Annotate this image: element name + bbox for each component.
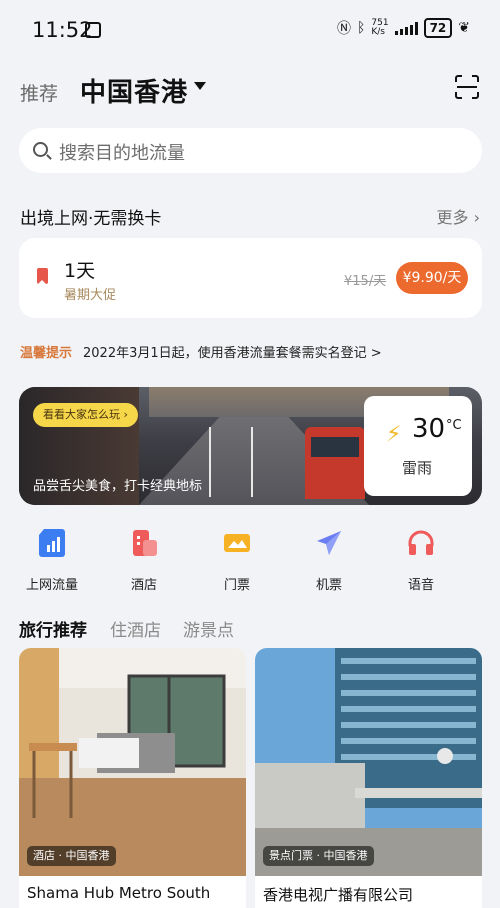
chevron-right-icon: ›	[473, 208, 480, 227]
temperature-unit: °C	[446, 418, 462, 433]
hotel-room-image	[19, 648, 246, 876]
status-time: 11:52	[32, 18, 93, 42]
speed-unit: K/s	[371, 27, 385, 37]
plan-promo: 暑期大促	[64, 288, 117, 303]
original-price: ¥15/天	[344, 274, 387, 289]
service-label: 门票	[223, 578, 250, 593]
ticket-icon	[224, 534, 250, 552]
leaf-icon: ❦	[458, 20, 470, 36]
bluetooth-icon: ᛒ	[356, 20, 366, 36]
notice-link[interactable]: 2022年3月1日起，使用香港流量套餐需实名登记 >	[83, 342, 382, 361]
chevron-down-icon[interactable]	[194, 82, 206, 90]
card-title: Shama Hub Metro South	[27, 884, 211, 902]
notice-tag: 温馨提示	[20, 346, 73, 361]
search-input[interactable]: 搜索目的地流量	[19, 128, 482, 173]
explore-pill[interactable]: 看看大家怎么玩 ›	[33, 403, 138, 427]
tab-recommend[interactable]: 推荐	[20, 79, 58, 106]
service-flight[interactable]: 机票	[289, 528, 369, 593]
destination-banner[interactable]: 看看大家怎么玩 › 品尝舌尖美食，打卡经典地标 ⚡ 30 °C 雷雨	[19, 387, 482, 505]
service-voice[interactable]: 语音	[381, 528, 461, 593]
status-indicators: Ⓝ ᛒ 751 K/s 72 ❦	[337, 18, 470, 38]
tvb-building-image	[255, 648, 482, 876]
plan-duration: 1天	[64, 260, 96, 282]
tab-attractions[interactable]: 游景点	[183, 616, 234, 641]
data-signal-icon	[39, 529, 65, 557]
service-data[interactable]: 上网流量	[12, 528, 92, 593]
search-icon	[33, 142, 48, 157]
service-label: 酒店	[130, 578, 157, 593]
scan-icon[interactable]	[454, 74, 480, 100]
buy-button[interactable]: ¥9.90/天	[396, 262, 468, 294]
more-link[interactable]: 更多 ›	[436, 204, 480, 228]
service-hotel[interactable]: 酒店	[104, 528, 184, 593]
tab-travel-recommend[interactable]: 旅行推荐	[19, 616, 87, 641]
banner-caption: 品尝舌尖美食，打卡经典地标	[33, 479, 203, 494]
service-ticket[interactable]: 门票	[197, 528, 277, 593]
notification-icon	[85, 22, 101, 38]
section-title: 出境上网·无需换卡	[20, 209, 162, 229]
lane-marking	[209, 427, 211, 497]
battery-indicator: 72	[423, 18, 453, 38]
hotel-icon	[133, 530, 157, 556]
temperature: 30	[412, 414, 446, 444]
hotel-card[interactable]: 酒店 · 中国香港 Shama Hub Metro South	[19, 648, 246, 908]
service-label: 上网流量	[25, 578, 78, 593]
search-placeholder: 搜索目的地流量	[59, 143, 185, 164]
banner-bus	[305, 427, 365, 499]
location-selector[interactable]: 中国香港	[80, 72, 188, 109]
card-tag: 酒店 · 中国香港	[27, 846, 116, 866]
service-label: 语音	[407, 578, 434, 593]
attraction-card[interactable]: 景点门票 · 中国香港 香港电视广播有限公司	[255, 648, 482, 908]
lightning-icon: ⚡	[386, 422, 402, 447]
network-speed: 751 K/s	[371, 19, 388, 37]
lane-marking	[251, 427, 253, 497]
card-tag: 景点门票 · 中国香港	[263, 846, 374, 866]
signal-icon	[394, 21, 418, 35]
weather-card: ⚡ 30 °C 雷雨	[364, 396, 472, 496]
tab-hotels[interactable]: 住酒店	[110, 616, 161, 641]
service-label: 机票	[315, 578, 342, 593]
more-label: 更多	[436, 208, 469, 227]
nfc-icon: Ⓝ	[336, 21, 351, 37]
airplane-icon	[317, 531, 341, 555]
headphones-icon	[408, 530, 434, 555]
plan-card[interactable]: 1天 暑期大促 ¥15/天 ¥9.90/天	[19, 238, 482, 318]
weather-condition: 雷雨	[402, 459, 433, 477]
bookmark-icon	[37, 268, 48, 285]
